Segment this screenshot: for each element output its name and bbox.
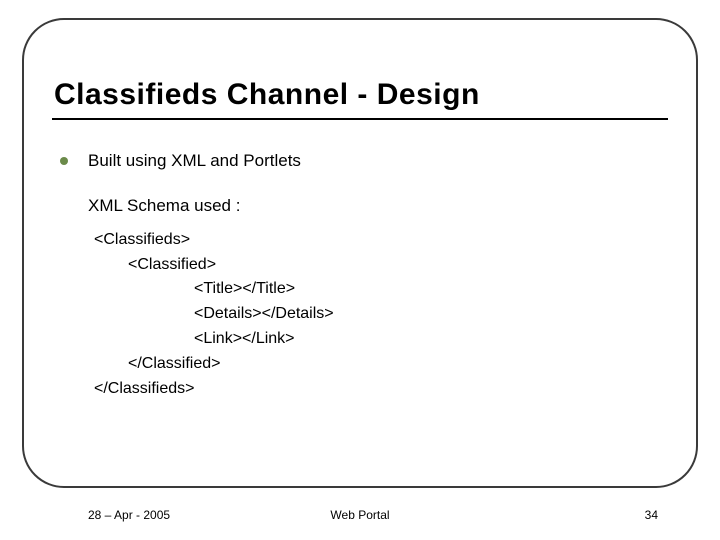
code-line: </Classifieds> xyxy=(94,377,660,402)
footer-title: Web Portal xyxy=(0,508,720,522)
bullet-item-1: Built using XML and Portlets xyxy=(60,150,660,173)
code-line: <Classified> xyxy=(128,253,660,278)
code-line: </Classified> xyxy=(128,352,660,377)
bullet-text-1: Built using XML and Portlets xyxy=(88,150,301,173)
code-line: <Title></Title> xyxy=(194,277,660,302)
bullet-icon xyxy=(60,157,68,165)
code-line: <Link></Link> xyxy=(194,327,660,352)
title-underline xyxy=(52,118,668,120)
slide-body: Built using XML and Portlets XML Schema … xyxy=(60,150,660,401)
code-line: <Classifieds> xyxy=(94,228,660,253)
slide-title: Classifieds Channel - Design xyxy=(54,78,480,112)
footer-page-number: 34 xyxy=(645,508,658,522)
code-line: <Details></Details> xyxy=(194,302,660,327)
xml-schema-block: <Classifieds> <Classified> <Title></Titl… xyxy=(94,228,660,402)
slide: Classifieds Channel - Design Built using… xyxy=(0,0,720,540)
schema-subhead: XML Schema used : xyxy=(88,195,660,218)
